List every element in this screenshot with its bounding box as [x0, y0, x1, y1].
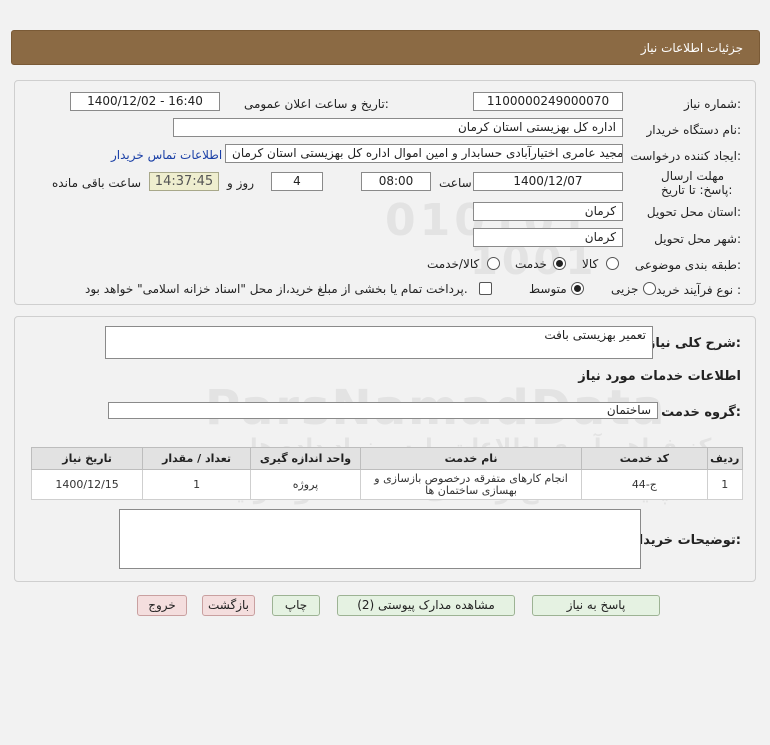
- deadline-time-field: 08:00: [361, 172, 431, 191]
- remaining-days-field: 4: [271, 172, 323, 191]
- deadline-label: مهلت ارسال پاسخ: تا تاریخ:: [661, 169, 733, 197]
- services-section-title: اطلاعات خدمات مورد نیاز: [578, 369, 741, 384]
- column-header-service-name: نام خدمت: [359, 447, 583, 470]
- cell-quantity: 1: [142, 469, 251, 500]
- table-row: 1 ج-44 انجام کارهای متفرقه درخصوص بازساز…: [30, 469, 744, 500]
- need-number-field: 1100000249000070: [473, 92, 623, 111]
- category-radio-goods[interactable]: [606, 257, 619, 270]
- treasury-payment-note: پرداخت تمام یا بخشی از مبلغ خرید،از محل …: [85, 282, 468, 296]
- province-label: استان محل تحویل:: [646, 205, 741, 219]
- column-header-service-code: کد خدمت: [581, 447, 708, 470]
- cell-service-name: انجام کارهای متفرقه درخصوص بازسازی و بهس…: [359, 469, 583, 500]
- cell-unit: پروژه: [249, 469, 362, 500]
- deadline-time-label: ساعت: [439, 176, 472, 190]
- service-group-label: گروه خدمت:: [661, 405, 741, 420]
- category-option-service: خدمت: [515, 257, 547, 271]
- province-field: کرمان: [473, 202, 623, 221]
- process-radio-medium[interactable]: [571, 282, 584, 295]
- buyer-org-label: نام دستگاه خریدار:: [646, 123, 742, 137]
- exit-button[interactable]: خروج: [137, 595, 187, 616]
- buyer-contact-link[interactable]: اطلاعات تماس خریدار: [111, 148, 222, 162]
- city-field: کرمان: [473, 228, 623, 247]
- requester-label: ایجاد کننده درخواست:: [630, 149, 741, 163]
- table-header-row: ردیف کد خدمت نام خدمت واحد اندازه گیری ت…: [30, 447, 744, 470]
- column-header-row-number: ردیف: [706, 447, 744, 470]
- cell-service-code: ج-44: [581, 469, 708, 500]
- buyer-notes-label: توضیحات خریدار:: [631, 533, 741, 548]
- process-option-medium: متوسط: [529, 282, 567, 296]
- category-option-goods: کالا: [582, 257, 599, 271]
- treasury-payment-checkbox[interactable]: [479, 282, 492, 295]
- remaining-time-label: ساعت باقی مانده: [52, 176, 142, 190]
- column-header-unit: واحد اندازه گیری: [249, 447, 362, 470]
- buyer-notes-field: [119, 509, 641, 569]
- process-radio-minor[interactable]: [643, 282, 656, 295]
- requester-field: مجید عامری اختیارآبادی حسابدار و امین ام…: [225, 144, 623, 163]
- cell-row-number: 1: [706, 469, 744, 500]
- category-label: طبقه بندی موضوعی:: [634, 258, 741, 272]
- service-group-field: ساختمان: [108, 402, 658, 419]
- services-table: ردیف کد خدمت نام خدمت واحد اندازه گیری ت…: [30, 447, 744, 500]
- process-type-label: نوع فرآیند خرید :: [656, 283, 741, 297]
- buyer-org-field: اداره کل بهزیستی استان کرمان: [173, 118, 623, 137]
- column-header-need-date: تاریخ نیاز: [30, 447, 144, 470]
- category-radio-service[interactable]: [553, 257, 566, 270]
- announce-datetime-label: تاریخ و ساعت اعلان عمومی:: [244, 97, 389, 111]
- announce-datetime-field: 1400/12/02 - 16:40: [70, 92, 220, 111]
- page-title: جزئیات اطلاعات نیاز: [640, 41, 743, 55]
- days-label: روز و: [227, 176, 254, 190]
- back-button[interactable]: بازگشت: [202, 595, 255, 616]
- summary-field: تعمیر بهزیستی بافت: [105, 326, 653, 359]
- remaining-time-field: 14:37:45: [149, 172, 219, 191]
- cell-need-date: 1400/12/15: [30, 469, 144, 500]
- need-details-panel: شرح کلی نیاز: تعمیر بهزیستی بافت اطلاعات…: [14, 316, 756, 582]
- need-info-panel: شماره نیاز: 1100000249000070 تاریخ و ساع…: [14, 80, 756, 305]
- city-label: شهر محل تحویل:: [654, 232, 741, 246]
- column-header-quantity: تعداد / مقدار: [142, 447, 251, 470]
- category-radio-goods-service[interactable]: [487, 257, 500, 270]
- page-header: جزئیات اطلاعات نیاز: [11, 30, 760, 65]
- summary-label: شرح کلی نیاز:: [647, 336, 741, 351]
- deadline-date-field: 1400/12/07: [473, 172, 623, 191]
- process-option-minor: جزیی: [611, 282, 639, 296]
- print-button[interactable]: چاپ: [272, 595, 320, 616]
- category-option-goods-service: کالا/خدمت: [427, 257, 480, 271]
- reply-to-need-button[interactable]: پاسخ به نیاز: [532, 595, 660, 616]
- view-attachments-button[interactable]: مشاهده مدارک پیوستی (2): [337, 595, 515, 616]
- need-number-label: شماره نیاز:: [683, 97, 741, 111]
